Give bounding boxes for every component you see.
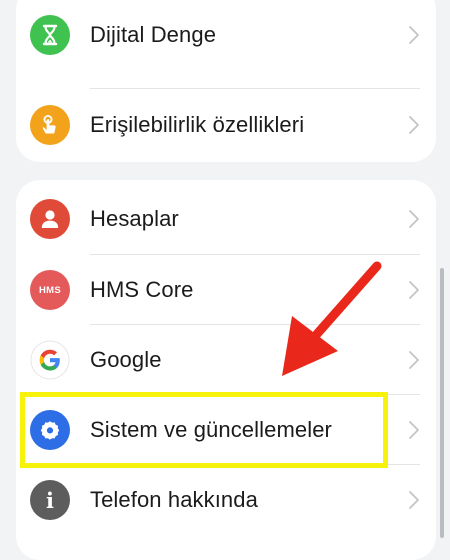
chevron-right-icon <box>409 210 419 228</box>
chevron-right-icon <box>409 491 419 509</box>
settings-item-system-updates[interactable]: Sistem ve güncellemeler <box>16 395 436 465</box>
settings-item-digital-balance[interactable]: Dijital Denge <box>16 0 436 70</box>
settings-item-hms-core[interactable]: HMS HMS Core <box>16 255 436 325</box>
chevron-right-icon <box>409 351 419 369</box>
settings-card-1: Dijital Denge Erişilebilirlik özellikler… <box>16 0 436 162</box>
settings-item-label: HMS Core <box>90 277 194 302</box>
settings-item-label: Sistem ve güncellemeler <box>90 417 332 442</box>
google-icon <box>30 340 70 380</box>
settings-item-accounts[interactable]: Hesaplar <box>16 184 436 254</box>
settings-card-2: Hesaplar HMS HMS Core Google Sistem ve g… <box>16 180 436 560</box>
chevron-right-icon <box>409 116 419 134</box>
settings-item-google[interactable]: Google <box>16 325 436 395</box>
hourglass-icon <box>30 15 70 55</box>
chevron-right-icon <box>409 281 419 299</box>
scrollbar[interactable] <box>440 268 444 538</box>
gear-icon <box>30 410 70 450</box>
chevron-right-icon <box>409 421 419 439</box>
settings-item-label: Google <box>90 347 162 372</box>
settings-item-label: Hesaplar <box>90 206 179 231</box>
settings-item-label: Erişilebilirlik özellikleri <box>90 112 305 137</box>
user-icon <box>30 199 70 239</box>
accessibility-hand-icon <box>30 105 70 145</box>
hms-core-icon: HMS <box>30 270 70 310</box>
info-icon: i <box>30 480 70 520</box>
settings-item-about-phone[interactable]: i Telefon hakkında <box>16 465 436 535</box>
divider <box>90 88 420 89</box>
settings-item-label: Telefon hakkında <box>90 487 258 512</box>
settings-item-accessibility[interactable]: Erişilebilirlik özellikleri <box>16 90 436 160</box>
settings-item-label: Dijital Denge <box>90 22 217 47</box>
chevron-right-icon <box>409 26 419 44</box>
